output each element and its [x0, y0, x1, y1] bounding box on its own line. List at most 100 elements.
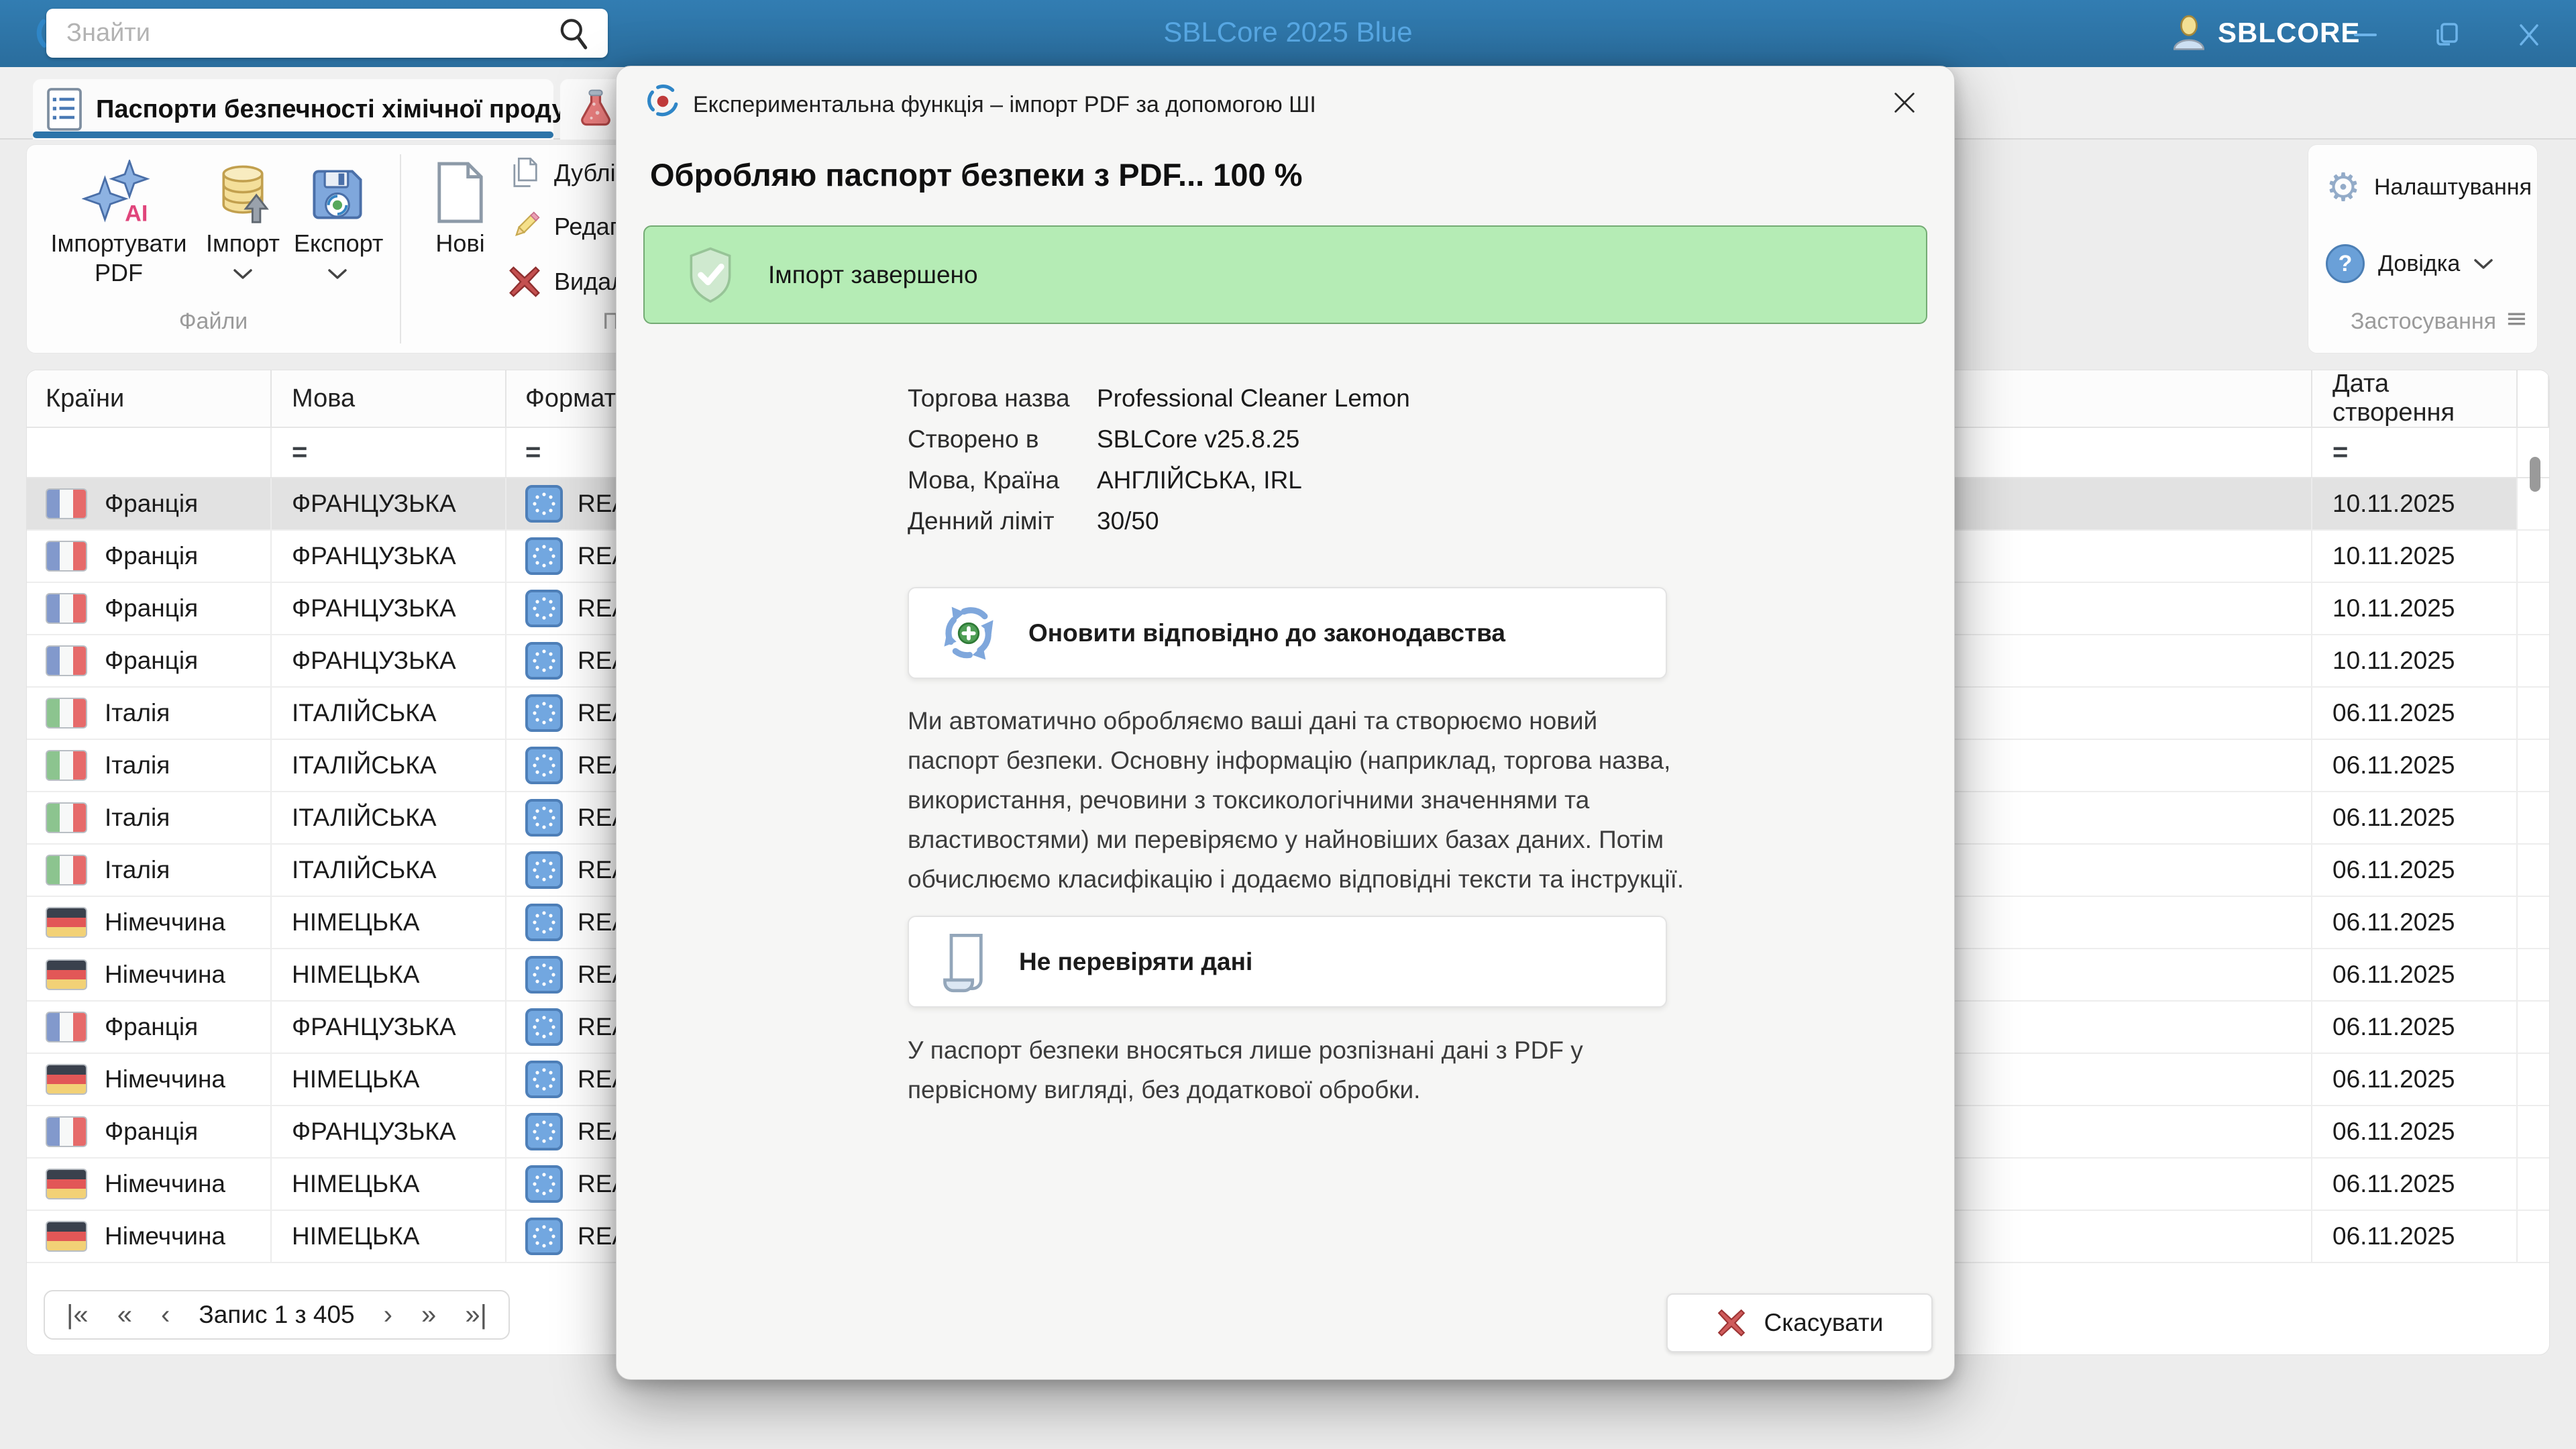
row-gutter	[2518, 1054, 2549, 1105]
account-area[interactable]: SBLCORE	[2171, 15, 2360, 51]
column-header-language[interactable]: Мова	[272, 370, 506, 427]
country-name: Німеччина	[105, 908, 225, 936]
import-pdf-button[interactable]: AI Імпортувати PDF	[42, 154, 196, 287]
language-cell: НІМЕЦЬКА	[272, 1159, 506, 1210]
detail-value: АНГЛІЙСЬКА, IRL	[1097, 466, 1302, 494]
country-cell: Франція	[27, 635, 272, 686]
last-page-button[interactable]: »|	[465, 1300, 487, 1330]
filter-language[interactable]: =	[272, 428, 506, 477]
country-name: Німеччина	[105, 1065, 225, 1093]
de-flag-icon	[46, 959, 87, 990]
update-legislation-button[interactable]: Оновити відповідно до законодавства	[908, 587, 1667, 679]
next-page-button[interactable]: ›	[384, 1300, 392, 1330]
eu-flag-icon	[525, 694, 563, 732]
pencil-icon	[507, 209, 542, 244]
date-cell: 06.11.2025	[2312, 1054, 2518, 1105]
row-gutter	[2518, 949, 2549, 1000]
search-icon[interactable]	[555, 15, 593, 52]
minimize-button[interactable]	[2347, 19, 2384, 51]
row-gutter	[2518, 845, 2549, 896]
chevron-down-icon	[233, 259, 253, 287]
language-cell: ФРАНЦУЗЬКА	[272, 1002, 506, 1053]
detail-value: SBLCore v25.8.25	[1097, 425, 1300, 453]
group-label-apply: Застосування	[2350, 309, 2497, 334]
skip-verification-button[interactable]: Не перевіряти дані	[908, 916, 1667, 1008]
edit-button[interactable]: Редагу	[507, 209, 631, 244]
progress-heading: Обробляю паспорт безпеки з PDF... 100 %	[650, 157, 1303, 193]
it-flag-icon	[46, 802, 87, 833]
language-cell: ІТАЛІЙСЬКА	[272, 740, 506, 791]
equals-filter-icon: =	[525, 437, 541, 467]
help-button[interactable]: ? Довідка	[2326, 244, 2493, 283]
row-gutter	[2518, 1211, 2549, 1262]
filter-country[interactable]	[27, 428, 272, 477]
title-bar: SBLCore 2025 Blue SBLCORE	[0, 0, 2576, 67]
vertical-scrollbar[interactable]	[2530, 457, 2540, 492]
column-header-date[interactable]: Дата створення	[2312, 370, 2518, 427]
maximize-button[interactable]	[2428, 19, 2466, 51]
country-cell: Італія	[27, 792, 272, 843]
detail-row: Мова, Країна АНГЛІЙСЬКА, IRL	[908, 466, 1302, 495]
import-button[interactable]: Імпорт	[203, 154, 283, 287]
it-flag-icon	[46, 698, 87, 729]
country-name: Італія	[105, 699, 170, 727]
eu-flag-icon	[525, 956, 563, 994]
cancel-button[interactable]: Скасувати	[1666, 1293, 1933, 1352]
export-button[interactable]: Експорт	[294, 154, 384, 287]
country-cell: Франція	[27, 1002, 272, 1053]
prev-page-button[interactable]: ‹	[161, 1300, 170, 1330]
country-cell: Італія	[27, 740, 272, 791]
fast-prev-button[interactable]: «	[117, 1300, 132, 1330]
date-cell: 10.11.2025	[2312, 583, 2518, 634]
cancel-label: Скасувати	[1764, 1309, 1884, 1336]
de-flag-icon	[46, 1169, 87, 1199]
close-window-button[interactable]	[2510, 19, 2548, 51]
delete-button[interactable]: Видал	[507, 264, 625, 299]
refresh-plus-icon	[938, 603, 999, 663]
chevron-down-icon	[327, 259, 347, 287]
header-gutter	[2518, 370, 2549, 427]
country-cell: Німеччина	[27, 949, 272, 1000]
country-cell: Франція	[27, 1106, 272, 1157]
new-label: Нові	[435, 229, 485, 257]
eu-flag-icon	[525, 851, 563, 889]
language-cell: НІМЕЦЬКА	[272, 897, 506, 948]
column-header-country[interactable]: Країни	[27, 370, 272, 427]
search-input[interactable]	[46, 19, 555, 48]
help-icon: ?	[2326, 244, 2365, 283]
detail-row: Денний ліміт 30/50	[908, 506, 1159, 536]
language-cell: НІМЕЦЬКА	[272, 949, 506, 1000]
import-pdf-label2: PDF	[95, 259, 143, 286]
detail-label: Денний ліміт	[908, 507, 1055, 535]
country-name: Італія	[105, 804, 170, 831]
language-cell: ІТАЛІЙСЬКА	[272, 688, 506, 739]
fr-flag-icon	[46, 541, 87, 572]
export-label: Експорт	[294, 229, 384, 257]
group-label-files: Файли	[178, 309, 248, 334]
settings-button[interactable]: ⚙ Налаштування	[2326, 168, 2532, 207]
dialog-close-button[interactable]	[1890, 88, 1919, 117]
app-window: SBLCore 2025 Blue SBLCORE Паспорти безпе…	[0, 0, 2576, 1449]
language-cell: ФРАНЦУЗЬКА	[272, 635, 506, 686]
first-page-button[interactable]: |«	[66, 1300, 89, 1330]
delete-label: Видал	[554, 268, 626, 295]
database-import-icon	[203, 154, 283, 224]
duplicate-button[interactable]: Дублі	[507, 156, 616, 191]
group-options-icon[interactable]: ≡	[2505, 303, 2528, 334]
country-cell: Італія	[27, 845, 272, 896]
eu-flag-icon	[525, 590, 563, 627]
country-cell: Німеччина	[27, 1159, 272, 1210]
tab-safety-data-sheets[interactable]: Паспорти безпечності хімічної продукції	[33, 79, 608, 140]
record-counter: Запис 1 з 405	[199, 1301, 355, 1328]
country-cell: Німеччина	[27, 1054, 272, 1105]
filter-date[interactable]: =	[2312, 428, 2518, 477]
update-description: Ми автоматично обробляємо ваші дані та с…	[908, 707, 1684, 893]
dialog-title: Експериментальна функція – імпорт PDF за…	[693, 92, 1316, 117]
language-cell: ФРАНЦУЗЬКА	[272, 478, 506, 529]
fast-next-button[interactable]: »	[421, 1300, 436, 1330]
new-button[interactable]: Нові	[420, 154, 500, 258]
ribbon-divider	[400, 154, 401, 343]
document-list-icon	[46, 87, 83, 131]
fr-flag-icon	[46, 645, 87, 676]
scroll-document-icon	[938, 930, 989, 994]
